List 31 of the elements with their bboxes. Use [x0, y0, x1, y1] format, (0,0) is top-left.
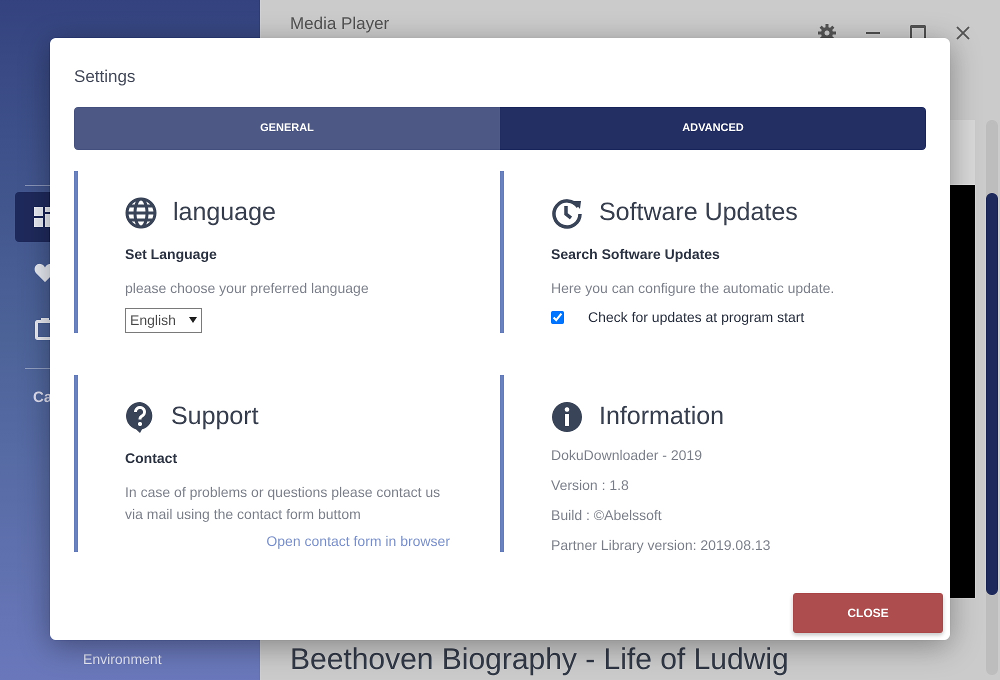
video-title: Beethoven Biography - Life of Ludwig: [290, 643, 790, 677]
close-button[interactable]: CLOSE: [793, 593, 943, 633]
section-subtitle: Set Language: [125, 244, 218, 264]
scrollbar-thumb[interactable]: [986, 193, 998, 595]
section-title: Software Updates: [599, 197, 798, 228]
section-title: Support: [171, 401, 259, 432]
help-icon: [125, 400, 155, 433]
section-subtitle: Contact: [125, 448, 178, 468]
section-text: In case of problems or questions please contact us via mail using the contact form buttom: [125, 482, 442, 524]
maximize-icon[interactable]: [910, 25, 926, 41]
section-title: Information: [599, 401, 724, 432]
clock-refresh-icon: [551, 196, 583, 229]
checkbox-label: Check for updates at program start: [588, 308, 804, 327]
info-text: Version : 1.8: [551, 476, 630, 494]
dialog-title: Settings: [74, 66, 136, 88]
caret-icon: [189, 317, 197, 324]
window-title: Media Player: [290, 14, 390, 34]
info-text: Build : ©Abelssoft: [551, 506, 663, 524]
checkbox[interactable]: [551, 310, 564, 324]
close-icon[interactable]: [956, 26, 970, 40]
info-text: Partner Library version: 2019.08.13: [551, 536, 772, 555]
globe-icon: [125, 196, 157, 229]
section-text: Here you can configure the automatic update.: [551, 278, 836, 298]
info-text: DokuDownloader - 2019: [551, 446, 703, 464]
info-icon: [551, 400, 583, 433]
section-subtitle: Search Software Updates: [551, 244, 721, 264]
language-select[interactable]: English: [125, 308, 202, 333]
tab[interactable]: ADVANCED: [500, 107, 926, 150]
section-title: language: [173, 197, 276, 228]
tab[interactable]: GENERAL: [74, 107, 500, 150]
section-text: please choose your preferred language: [125, 278, 370, 298]
